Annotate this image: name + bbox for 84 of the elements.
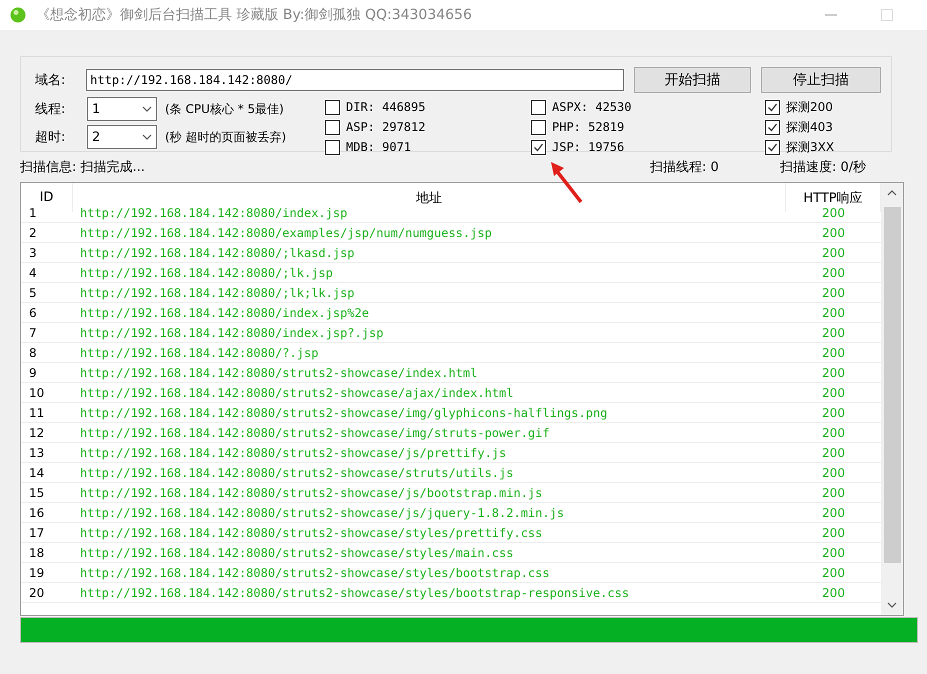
table-cell: http://192.168.184.142:8080/struts2-showcase/img/glyphicons-halflings.png [73, 403, 786, 423]
checkbox-label: DIR: 446895 [346, 100, 426, 114]
table-cell: http://192.168.184.142:8080/struts2-showcase/styles/main.css [73, 543, 786, 563]
checkbox[interactable] [325, 120, 340, 134]
table-cell: http://192.168.184.142:8080/examples/jsp/num/numguess.jsp [73, 223, 786, 243]
checkbox[interactable] [531, 120, 546, 134]
table-cell: http://192.168.184.142:8080/struts2-showcase/ajax/index.html [73, 383, 786, 403]
table-cell: http://192.168.184.142:8080/struts2-showcase/styles/bootstrap.css [73, 563, 786, 583]
checkbox[interactable] [765, 120, 780, 134]
table-cell: http://192.168.184.142:8080/struts2-showcase/styles/prettify.css [73, 523, 786, 543]
field-label: 线程: [35, 101, 66, 118]
check-icon [767, 142, 778, 152]
table-cell: 5 [21, 283, 73, 303]
checkbox[interactable] [325, 100, 340, 114]
table-cell: 6 [21, 303, 73, 323]
checkbox-label: JSP: 19756 [552, 140, 624, 154]
table-cell: 20 [21, 583, 73, 603]
table-cell: http://192.168.184.142:8080/struts2-showcase/struts/utils.js [73, 463, 786, 483]
table-cell: 12 [21, 423, 73, 443]
table-cell: 7 [21, 323, 73, 343]
scan-speed: 扫描速度: 0/秒 [780, 159, 868, 176]
table-cell: 8 [21, 343, 73, 363]
scroll-down-icon[interactable] [887, 602, 897, 608]
table-cell: http://192.168.184.142:8080/index.jsp [73, 203, 786, 223]
table-cell: 9 [21, 363, 73, 383]
checkbox[interactable] [325, 140, 340, 154]
checkbox-label: ASPX: 42530 [552, 100, 632, 114]
checkbox-label: ASP: 297812 [346, 120, 426, 134]
table-cell: 3 [21, 243, 73, 263]
timeout-dropdown[interactable]: 2 [87, 125, 157, 149]
table-cell: http://192.168.184.142:8080/;lk;lk.jsp [73, 283, 786, 303]
table-cell: http://192.168.184.142:8080/struts2-showcase/img/struts-power.gif [73, 423, 786, 443]
table-cell: 16 [21, 503, 73, 523]
table-cell: 13 [21, 443, 73, 463]
scrollbar[interactable] [881, 183, 903, 615]
hint-text: (条 CPU核心 * 5最佳) [165, 100, 284, 118]
table-cell: 4 [21, 263, 73, 283]
pointer-arrow [548, 160, 584, 204]
hint-text: (秒 超时的页面被丢弃) [165, 128, 286, 146]
table-cell: 11 [21, 403, 73, 423]
table-cell: 10 [21, 383, 73, 403]
checkbox[interactable] [531, 140, 546, 154]
scroll-up-icon[interactable] [887, 190, 897, 196]
checkbox-label: 探测200 [786, 98, 833, 116]
stop-scan-button[interactable]: 停止扫描 [761, 67, 881, 93]
scan-info: 扫描信息: 扫描完成... [20, 159, 146, 176]
dropdown-caret-icon[interactable] [142, 134, 152, 140]
start-scan-button[interactable]: 开始扫描 [634, 67, 752, 93]
table-cell: 18 [21, 543, 73, 563]
field-label: 超时: [35, 129, 66, 146]
domain-input[interactable]: http://192.168.184.142:8080/ [86, 69, 624, 91]
checkbox[interactable] [531, 100, 546, 114]
checkbox-label: MDB: 9071 [346, 140, 412, 154]
check-icon [767, 102, 778, 112]
table-cell: http://192.168.184.142:8080/index.jsp%2e [73, 303, 786, 323]
checkbox-label: PHP: 52819 [552, 120, 624, 134]
table-cell: http://192.168.184.142:8080/struts2-showcase/js/prettify.js [73, 443, 786, 463]
table-cell: http://192.168.184.142:8080/struts2-showcase/styles/bootstrap-responsive.css [73, 583, 786, 603]
table-cell: 15 [21, 483, 73, 503]
table-cell: http://192.168.184.142:8080/;lk.jsp [73, 263, 786, 283]
table-cell: 19 [21, 563, 73, 583]
app-icon [10, 7, 26, 23]
table-cell: 14 [21, 463, 73, 483]
table-cell: 2 [21, 223, 73, 243]
table-cell: http://192.168.184.142:8080/;lkasd.jsp [73, 243, 786, 263]
check-icon [767, 122, 778, 132]
table-cell: 17 [21, 523, 73, 543]
threads-dropdown[interactable]: 1 [87, 97, 157, 121]
check-icon [533, 142, 544, 152]
table-cell: http://192.168.184.142:8080/?.jsp [73, 343, 786, 363]
table-cell: http://192.168.184.142:8080/struts2-showcase/index.html [73, 363, 786, 383]
table-cell: 1 [21, 203, 73, 223]
checkbox-label: 探测403 [786, 118, 833, 136]
table-cell: http://192.168.184.142:8080/struts2-showcase/js/bootstrap.min.js [73, 483, 786, 503]
field-label: 域名: [35, 72, 66, 89]
checkbox[interactable] [765, 140, 780, 154]
table-cell: http://192.168.184.142:8080/index.jsp?.jsp [73, 323, 786, 343]
checkbox[interactable] [765, 100, 780, 114]
table-cell: http://192.168.184.142:8080/struts2-showcase/js/jquery-1.8.2.min.js [73, 503, 786, 523]
window-title: 《想念初恋》御剑后台扫描工具 珍藏版 By:御剑孤独 QQ:343034656 [36, 6, 473, 24]
scan-threads: 扫描线程: 0 [650, 159, 720, 176]
checkbox-label: 探测3XX [786, 138, 834, 156]
scrollbar-thumb[interactable] [884, 207, 900, 563]
dropdown-caret-icon[interactable] [142, 106, 152, 112]
